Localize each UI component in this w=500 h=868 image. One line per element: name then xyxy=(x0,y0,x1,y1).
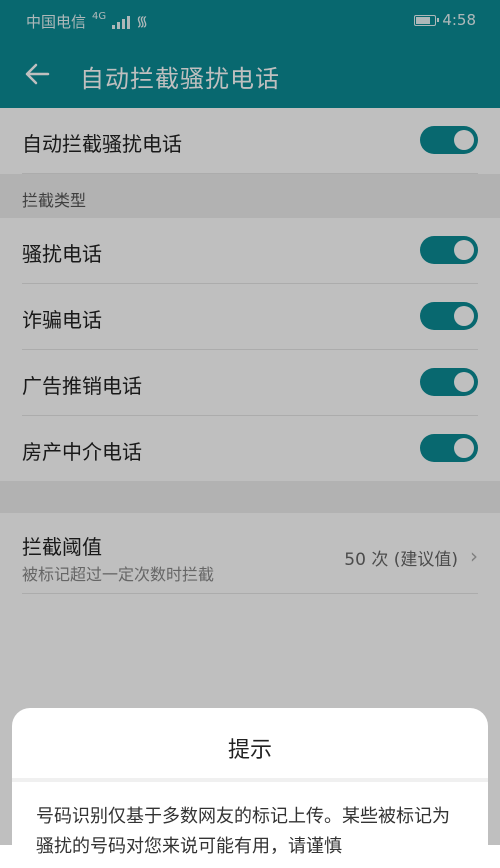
dialog-divider xyxy=(12,778,488,782)
dialog-message: 号码识别仅基于多数网友的标记上传。某些被标记为骚扰的号码对您来说可能有用，请谨慎 xyxy=(36,806,450,857)
dialog-title: 提示 xyxy=(227,738,272,763)
tip-dialog: 提示 号码识别仅基于多数网友的标记上传。某些被标记为骚扰的号码对您来说可能有用，… xyxy=(12,708,488,868)
